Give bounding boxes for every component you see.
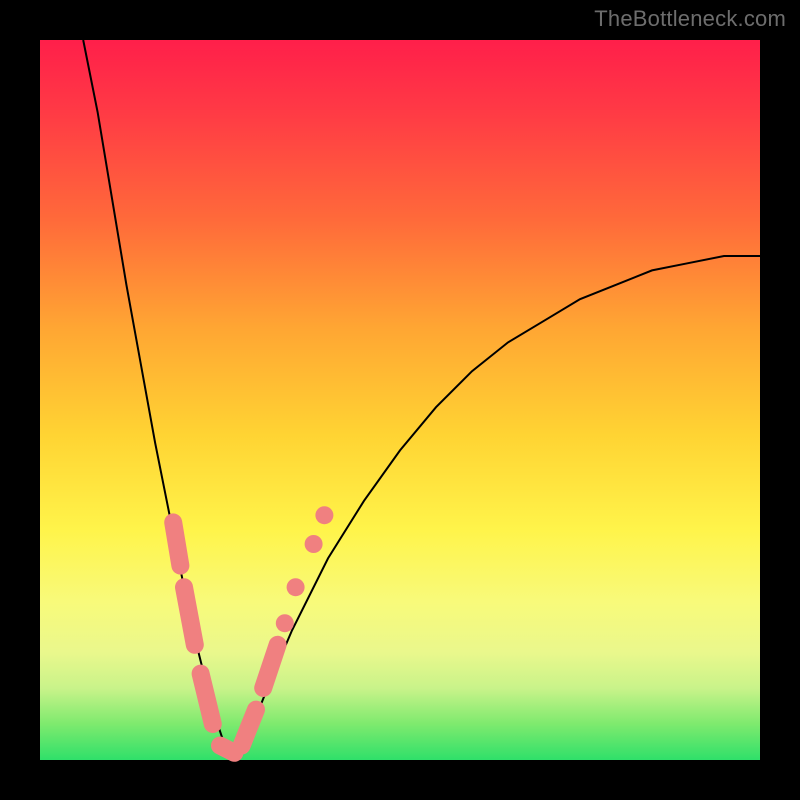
sample-dot: [305, 535, 323, 553]
sample-dot: [315, 506, 333, 524]
sample-dot-capsule: [184, 587, 195, 645]
sample-dot: [276, 614, 294, 632]
sample-dot-capsule: [220, 746, 234, 753]
sample-dot-capsule: [263, 645, 277, 688]
chart-stage: TheBottleneck.com: [0, 0, 800, 800]
sample-dot-capsule: [201, 674, 213, 724]
bottleneck-curve: [83, 40, 760, 753]
sample-dots-group: [173, 506, 333, 753]
sample-dot-capsule: [242, 710, 256, 746]
watermark-text: TheBottleneck.com: [594, 6, 786, 32]
sample-dot: [287, 578, 305, 596]
sample-dot-capsule: [173, 522, 180, 565]
curve-svg: [40, 40, 760, 760]
plot-area: [40, 40, 760, 760]
